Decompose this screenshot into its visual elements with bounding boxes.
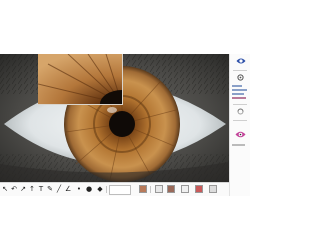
- thumbnail-image[interactable]: [181, 185, 189, 193]
- panel-text-line: [232, 85, 242, 87]
- line-tool-icon[interactable]: ╱: [56, 185, 62, 194]
- thumbnail-image[interactable]: [167, 185, 175, 193]
- right-side-panel: [229, 54, 250, 196]
- settings-icon[interactable]: [237, 74, 244, 81]
- angle-tool-icon[interactable]: ∠: [65, 185, 71, 194]
- toolbar-separator: [150, 186, 151, 193]
- magnified-iris-overlay[interactable]: [38, 54, 123, 105]
- divider: [233, 70, 247, 71]
- thumbnail-image[interactable]: [195, 185, 203, 193]
- divider: [233, 104, 247, 105]
- lens-icon[interactable]: [235, 130, 246, 139]
- text-tool-icon[interactable]: T: [38, 185, 44, 194]
- fill-tool-icon[interactable]: ◆: [97, 185, 103, 194]
- panel-text-line: [232, 97, 246, 99]
- thumbnail-image[interactable]: [209, 185, 217, 193]
- arrow-tool-icon[interactable]: ↗: [20, 185, 26, 194]
- large-dot-icon[interactable]: ●: [86, 185, 92, 194]
- arrow-up-tool-icon[interactable]: ↑: [29, 185, 35, 194]
- eye-icon[interactable]: [236, 57, 246, 65]
- undo-icon[interactable]: ↶: [11, 185, 17, 194]
- thumbnail-image[interactable]: [139, 185, 147, 193]
- panel-text-line: [232, 89, 247, 91]
- bottom-toolbar: ↖ ↶ ↗ ↑ T ✎ ╱ ∠ • ● ◆: [0, 182, 229, 196]
- toolbar-separator: [106, 186, 107, 193]
- divider: [233, 120, 247, 121]
- small-dot-icon[interactable]: •: [76, 185, 82, 194]
- pointer-tool-icon[interactable]: ↖: [2, 185, 8, 194]
- panel-text-line: [232, 93, 244, 95]
- toolbar-field-2[interactable]: [109, 190, 131, 195]
- pen-tool-icon[interactable]: ✎: [47, 185, 53, 194]
- panel-text-line: [232, 144, 245, 146]
- thumbnail-image[interactable]: [155, 185, 163, 193]
- eye-analysis-app: ↖ ↶ ↗ ↑ T ✎ ╱ ∠ • ● ◆: [0, 54, 250, 196]
- sync-icon[interactable]: [237, 108, 244, 115]
